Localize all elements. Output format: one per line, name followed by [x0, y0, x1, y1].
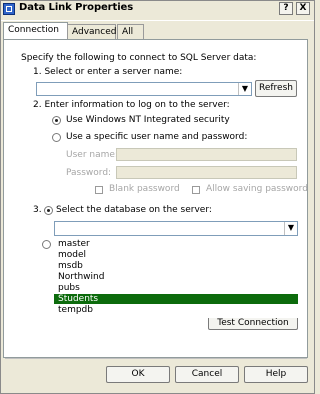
data-link-app-icon — [3, 3, 15, 15]
help-button[interactable]: Help — [244, 366, 308, 383]
connection-intro-text: Specify the following to connect to SQL … — [21, 53, 257, 63]
window-title: Data Link Properties — [19, 2, 134, 13]
tab-connection[interactable]: Connection — [3, 22, 68, 40]
radio-specific-user-label: Use a specific user name and password: — [66, 132, 248, 142]
password-input[interactable] — [116, 166, 297, 179]
blank-password-checkbox[interactable] — [95, 186, 103, 194]
test-connection-button[interactable]: Test Connection — [208, 318, 298, 330]
chevron-down-icon[interactable]: ▼ — [284, 222, 297, 235]
step2-label: 2. Enter information to log on to the se… — [33, 100, 230, 110]
radio-windows-security[interactable] — [52, 116, 61, 125]
step3-number: 3. — [33, 205, 42, 215]
close-icon: X — [299, 3, 307, 13]
title-help-button[interactable]: ? — [279, 2, 293, 15]
list-item-selected[interactable]: Students — [54, 294, 298, 304]
radio-attach-database[interactable] — [42, 240, 51, 249]
server-name-combo[interactable]: ▼ — [36, 82, 252, 96]
tab-all[interactable]: All — [117, 24, 144, 40]
list-item[interactable]: msdb — [58, 261, 83, 271]
radio-windows-security-label: Use Windows NT Integrated security — [66, 115, 230, 125]
user-name-label: User name: — [66, 150, 118, 160]
list-item[interactable]: model — [58, 250, 86, 260]
footer-divider — [5, 358, 307, 359]
password-label: Password: — [66, 168, 112, 178]
allow-saving-checkbox[interactable] — [192, 186, 200, 194]
database-dropdown-list[interactable]: master model msdb Northwind pubs Student… — [54, 238, 298, 318]
chevron-down-icon[interactable]: ▼ — [238, 83, 251, 95]
cancel-button[interactable]: Cancel — [175, 366, 239, 383]
close-button[interactable]: X — [296, 2, 310, 15]
allow-saving-label: Allow saving password — [206, 184, 308, 194]
help-icon: ? — [283, 3, 289, 13]
ok-button[interactable]: OK — [106, 366, 170, 383]
database-combo[interactable]: ▼ — [54, 221, 298, 236]
list-item[interactable]: tempdb — [58, 305, 93, 315]
radio-select-database-label: Select the database on the server: — [56, 205, 212, 215]
radio-specific-user[interactable] — [52, 133, 61, 142]
user-name-input[interactable] — [116, 148, 297, 161]
list-item[interactable]: master — [58, 239, 90, 249]
tab-advanced[interactable]: Advanced — [67, 24, 116, 40]
list-item[interactable]: pubs — [58, 283, 80, 293]
step1-label: 1. Select or enter a server name: — [33, 67, 183, 77]
refresh-button[interactable]: Refresh — [255, 80, 297, 97]
list-item[interactable]: Northwind — [58, 272, 104, 282]
blank-password-label: Blank password — [109, 184, 180, 194]
radio-select-database[interactable] — [44, 206, 53, 215]
